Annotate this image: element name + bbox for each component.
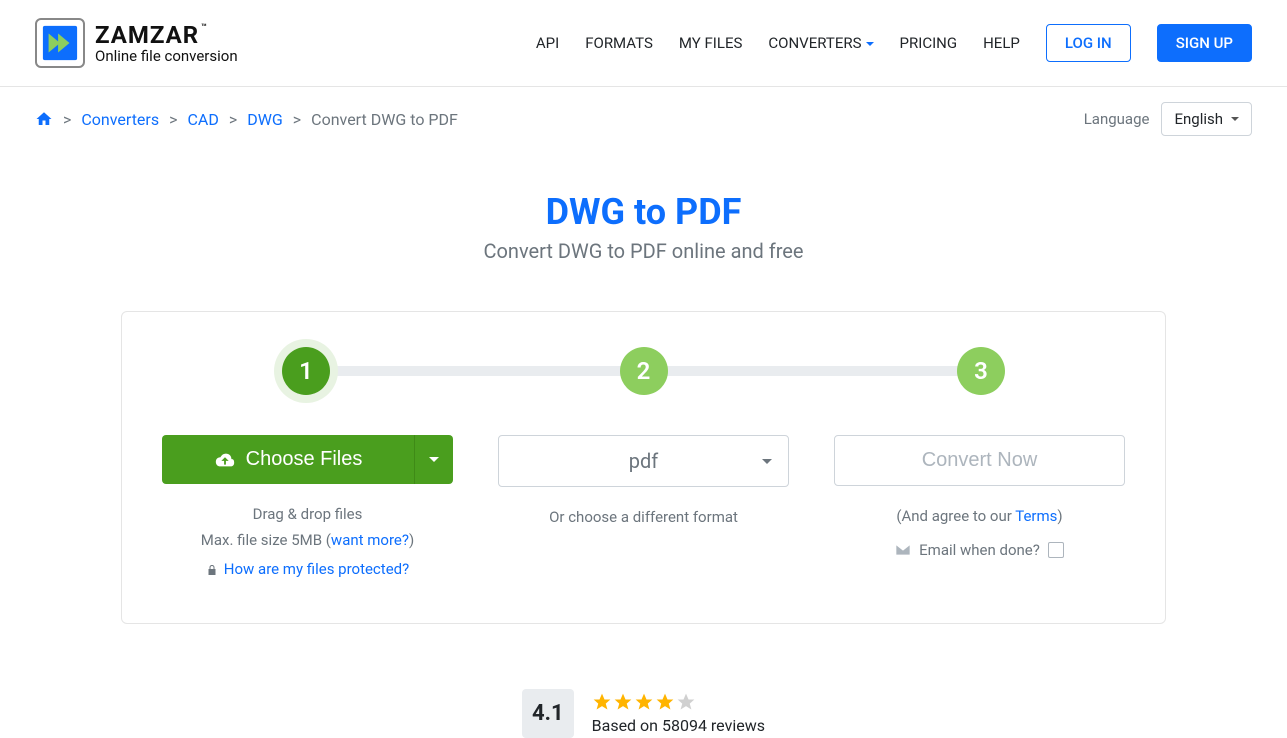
- nav-api[interactable]: API: [536, 34, 559, 52]
- email-when-done-checkbox[interactable]: [1048, 542, 1064, 558]
- language-select[interactable]: English: [1161, 102, 1252, 136]
- page-subtitle: Convert DWG to PDF online and free: [0, 239, 1287, 263]
- crumb-separator: >: [63, 110, 71, 129]
- login-button[interactable]: LOG IN: [1046, 24, 1131, 62]
- step-1-subtext: Drag & drop files Max. file size 5MB (wa…: [162, 502, 453, 583]
- nav-formats[interactable]: FORMATS: [585, 34, 653, 52]
- chevron-down-icon: [762, 459, 772, 464]
- step-1-indicator: 1: [282, 347, 330, 395]
- crumb-current: Convert DWG to PDF: [311, 110, 458, 129]
- star-icon: [655, 692, 675, 712]
- crumb-dwg[interactable]: DWG: [247, 110, 283, 129]
- crumb-separator: >: [293, 110, 301, 129]
- header: ZAMZAR ™ Online file conversion API FORM…: [0, 0, 1287, 87]
- star-icon: [634, 692, 654, 712]
- step-2-subtext: Or choose a different format: [498, 505, 789, 531]
- email-when-done-label: Email when done?: [919, 538, 1040, 564]
- nav-myfiles[interactable]: MY FILES: [679, 34, 743, 52]
- language-label: Language: [1084, 110, 1150, 128]
- step-3-subtext: (And agree to our Terms) Email when done…: [834, 504, 1125, 563]
- rating-score: 4.1: [522, 689, 574, 738]
- lock-icon: [206, 564, 218, 576]
- max-size-prefix: Max. file size 5MB (: [201, 531, 331, 549]
- steps-indicator: 1 2 3: [282, 347, 1005, 395]
- nav-converters[interactable]: CONVERTERS: [768, 34, 873, 52]
- step-3-indicator: 3: [957, 347, 1005, 395]
- step-2-indicator: 2: [620, 347, 668, 395]
- language-section: Language English: [1084, 102, 1252, 136]
- breadcrumb: > Converters > CAD > DWG > Convert DWG t…: [35, 110, 458, 129]
- review-count: Based on 58094 reviews: [592, 716, 765, 735]
- choose-files-dropdown[interactable]: [415, 435, 453, 484]
- hero: DWG to PDF Convert DWG to PDF online and…: [0, 191, 1287, 263]
- logo-icon: [35, 18, 85, 68]
- main-nav: API FORMATS MY FILES CONVERTERS PRICING …: [536, 24, 1252, 62]
- choose-files-group: Choose Files: [162, 435, 453, 484]
- crumb-converters[interactable]: Converters: [81, 110, 159, 129]
- actions-row: Choose Files Drag & drop files Max. file…: [162, 435, 1125, 583]
- agree-prefix: (And agree to our: [896, 507, 1015, 525]
- breadcrumb-bar: > Converters > CAD > DWG > Convert DWG t…: [0, 87, 1287, 136]
- logo-brand: ZAMZAR: [95, 21, 199, 49]
- cloud-upload-icon: [214, 449, 236, 471]
- crumb-cad[interactable]: CAD: [187, 110, 218, 129]
- terms-link[interactable]: Terms: [1015, 507, 1057, 525]
- agree-suffix: ): [1057, 507, 1062, 525]
- format-select[interactable]: pdf: [498, 435, 789, 487]
- crumb-separator: >: [169, 110, 177, 129]
- rating-stars: [592, 692, 765, 712]
- nav-pricing[interactable]: PRICING: [900, 34, 958, 52]
- star-icon: [592, 692, 612, 712]
- logo-tm: ™: [201, 23, 208, 33]
- nav-help[interactable]: HELP: [983, 34, 1020, 52]
- rating-section: 4.1 Based on 58094 reviews: [0, 689, 1287, 738]
- logo-tagline: Online file conversion: [95, 47, 238, 65]
- choose-files-button[interactable]: Choose Files: [162, 435, 415, 484]
- want-more-link[interactable]: want more?: [331, 531, 409, 549]
- choose-files-label: Choose Files: [246, 448, 363, 471]
- step-2-column: pdf Or choose a different format: [498, 435, 789, 583]
- step-1-column: Choose Files Drag & drop files Max. file…: [162, 435, 453, 583]
- star-icon: [676, 692, 696, 712]
- files-protected-link[interactable]: How are my files protected?: [224, 557, 409, 583]
- language-selected: English: [1174, 110, 1223, 128]
- signup-button[interactable]: SIGN UP: [1157, 24, 1252, 62]
- converter-card: 1 2 3 Choose Files Drag & drop files Max…: [121, 311, 1166, 624]
- crumb-separator: >: [229, 110, 237, 129]
- convert-now-button[interactable]: Convert Now: [834, 435, 1125, 486]
- mail-icon: [895, 544, 911, 556]
- rating-details: Based on 58094 reviews: [592, 692, 765, 735]
- logo[interactable]: ZAMZAR ™ Online file conversion: [35, 18, 238, 68]
- max-size-suffix: ): [409, 531, 414, 549]
- drag-drop-text: Drag & drop files: [162, 502, 453, 528]
- home-icon[interactable]: [35, 110, 53, 128]
- format-value: pdf: [629, 449, 658, 473]
- step-3-column: Convert Now (And agree to our Terms) Ema…: [834, 435, 1125, 583]
- logo-text: ZAMZAR ™ Online file conversion: [95, 21, 238, 65]
- star-icon: [613, 692, 633, 712]
- page-title: DWG to PDF: [0, 191, 1287, 233]
